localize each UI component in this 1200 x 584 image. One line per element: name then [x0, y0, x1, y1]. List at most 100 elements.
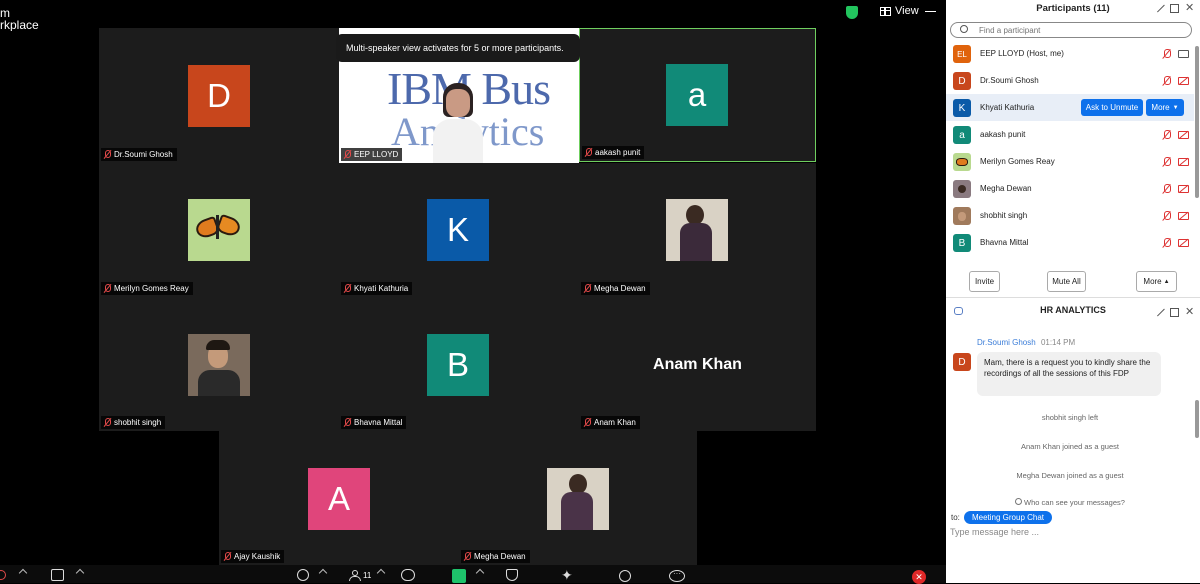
invite-button[interactable]: Invite	[969, 271, 1000, 292]
people-icon	[1015, 498, 1023, 505]
mute-all-button[interactable]: Mute All	[1047, 271, 1086, 292]
participant-row[interactable]: Megha Dewan	[946, 175, 1194, 202]
camera-off-icon[interactable]	[1178, 77, 1189, 85]
mic-muted-icon	[583, 418, 591, 427]
security-icon[interactable]	[297, 569, 309, 581]
multi-speaker-banner: Multi-speaker view activates for 5 or mo…	[336, 34, 580, 62]
search-icon	[960, 25, 968, 33]
mic-muted-icon[interactable]	[1162, 211, 1171, 221]
participant-row[interactable]: a aakash punit	[946, 121, 1194, 148]
butterfly-avatar	[953, 153, 971, 171]
share-screen-icon[interactable]	[452, 569, 466, 583]
to-label: to:	[951, 513, 960, 522]
video-tile[interactable]: B Bhavna Mittal	[339, 297, 579, 431]
system-message: shobhit singh left	[1041, 413, 1099, 422]
video-tile[interactable]: Merilyn Gomes Reay	[99, 163, 339, 297]
collapse-icon[interactable]	[1156, 4, 1165, 13]
who-can-see-link[interactable]: Who can see your messages?	[946, 498, 1194, 507]
chat-icon[interactable]	[401, 569, 415, 581]
tile-name-label: Megha Dewan	[474, 552, 526, 561]
video-tile-active-speaker[interactable]: a aakash punit	[579, 28, 816, 162]
video-tile[interactable]: shobhit singh	[99, 297, 339, 431]
mic-muted-icon	[103, 284, 111, 293]
avatar: EL	[953, 45, 971, 63]
avatar: D	[953, 72, 971, 90]
leave-icon[interactable]: ✕	[912, 570, 926, 584]
participant-row-selected[interactable]: K Khyati Kathuria Ask to Unmute More ▼	[946, 94, 1194, 121]
participant-name: Bhavna Mittal	[980, 238, 1029, 247]
message-time: 01:14 PM	[1040, 338, 1076, 347]
camera-icon[interactable]	[1178, 50, 1189, 58]
video-tile[interactable]: Anam Khan Anam Khan	[579, 297, 816, 431]
search-participant-input[interactable]	[950, 22, 1192, 38]
camera-off-icon[interactable]	[1178, 131, 1189, 139]
pop-out-icon[interactable]	[1170, 308, 1179, 317]
participants-icon[interactable]	[349, 570, 361, 581]
tile-name: shobhit singh	[101, 416, 166, 429]
avatar: B	[427, 334, 489, 396]
more-button[interactable]: More ▲	[1136, 271, 1177, 292]
avatar: a	[953, 126, 971, 144]
record-icon[interactable]	[506, 569, 518, 581]
participant-more-button[interactable]: More ▼	[1146, 99, 1184, 116]
camera-off-icon[interactable]	[1178, 158, 1189, 166]
presenter-video	[431, 83, 485, 163]
mic-muted-icon[interactable]	[1162, 76, 1171, 86]
camera-off-icon[interactable]	[1178, 239, 1189, 247]
participant-row[interactable]: B Bhavna Mittal	[946, 229, 1194, 256]
video-tile[interactable]: K Khyati Kathuria	[339, 163, 579, 297]
participant-row[interactable]: EL EEP LLOYD (Host, me)	[946, 40, 1194, 67]
who-can-see-label: Who can see your messages?	[1024, 498, 1125, 507]
video-tile[interactable]: Megha Dewan	[459, 431, 697, 565]
participant-name: Merilyn Gomes Reay	[980, 157, 1055, 166]
participant-more-label: More	[1151, 103, 1170, 112]
video-tile[interactable]: Megha Dewan	[579, 163, 816, 297]
participant-row[interactable]: D Dr.Soumi Ghosh	[946, 67, 1194, 94]
collapse-icon[interactable]	[1156, 308, 1165, 317]
chat-input[interactable]: Type message here ...	[950, 527, 1039, 537]
camera-off-icon[interactable]	[1178, 212, 1189, 220]
grid-icon	[880, 6, 891, 16]
participant-name: Khyati Kathuria	[980, 103, 1035, 112]
pop-out-icon[interactable]	[1170, 4, 1179, 13]
profile-avatar	[953, 207, 971, 225]
mic-muted-icon[interactable]	[1162, 130, 1171, 140]
video-camera-icon[interactable]	[51, 569, 64, 581]
tile-name-label: Bhavna Mittal	[354, 418, 403, 427]
participant-row[interactable]: shobhit singh	[946, 202, 1194, 229]
avatar: D	[953, 353, 971, 371]
mic-muted-icon[interactable]	[1162, 49, 1171, 59]
avatar: K	[427, 199, 489, 261]
tile-name-label: Ajay Kaushik	[234, 552, 281, 561]
camera-off-icon[interactable]	[1178, 185, 1189, 193]
record-button-icon[interactable]	[619, 570, 631, 582]
mic-muted-icon[interactable]	[1162, 238, 1171, 248]
sparkle-icon[interactable]: ✦	[561, 567, 577, 583]
more-options-icon[interactable]: ···	[669, 570, 685, 582]
chat-scrollbar[interactable]	[1195, 400, 1199, 438]
tile-name-label: aakash punit	[595, 148, 641, 157]
video-tile[interactable]: D Dr.Soumi Ghosh	[99, 28, 339, 163]
video-tile[interactable]: A Ajay Kaushik	[219, 431, 459, 565]
mic-muted-icon	[343, 150, 351, 159]
close-icon[interactable]: ✕	[1185, 1, 1194, 14]
ask-to-unmute-button[interactable]: Ask to Unmute	[1081, 99, 1143, 116]
caret-down-icon: ▼	[1172, 104, 1179, 111]
minimize-icon[interactable]	[925, 11, 936, 12]
mic-muted-icon	[223, 552, 231, 561]
tile-name: EEP LLOYD	[341, 148, 403, 161]
participants-count: 11	[363, 571, 372, 580]
mic-muted-icon[interactable]	[1162, 157, 1171, 167]
participants-scrollbar[interactable]	[1195, 46, 1199, 198]
participant-name: EEP LLOYD (Host, me)	[980, 49, 1064, 58]
close-icon[interactable]: ✕	[1185, 305, 1194, 318]
mic-muted-icon	[583, 284, 591, 293]
caret-up-icon: ▲	[1163, 278, 1170, 285]
shield-icon[interactable]	[846, 6, 858, 19]
participant-row[interactable]: Merilyn Gomes Reay	[946, 148, 1194, 175]
mic-muted-icon[interactable]	[1162, 184, 1171, 194]
tile-name: Anam Khan	[581, 416, 640, 429]
profile-photo	[666, 199, 728, 261]
recipient-selector[interactable]: Meeting Group Chat	[964, 511, 1052, 524]
view-button[interactable]: View	[880, 5, 919, 17]
